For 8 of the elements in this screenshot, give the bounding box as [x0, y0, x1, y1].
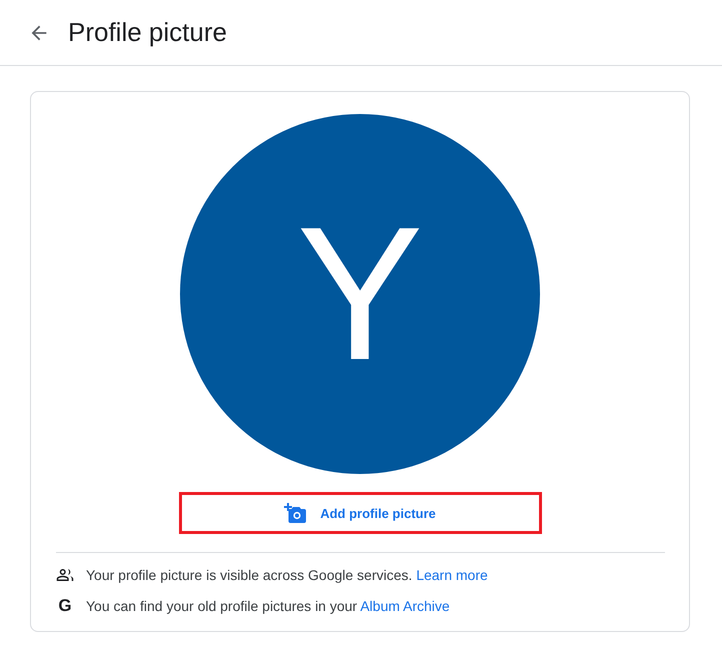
- page-title: Profile picture: [68, 17, 227, 48]
- add-camera-icon: [284, 503, 306, 523]
- note-text: Your profile picture is visible across Google services. Learn more: [86, 566, 488, 582]
- avatar: Y: [180, 114, 540, 474]
- note-link[interactable]: Album Archive: [360, 598, 450, 614]
- g-letter-icon: G: [56, 596, 74, 616]
- note-link[interactable]: Learn more: [416, 566, 488, 582]
- note-text: You can find your old profile pictures in your Album Archive: [86, 598, 450, 614]
